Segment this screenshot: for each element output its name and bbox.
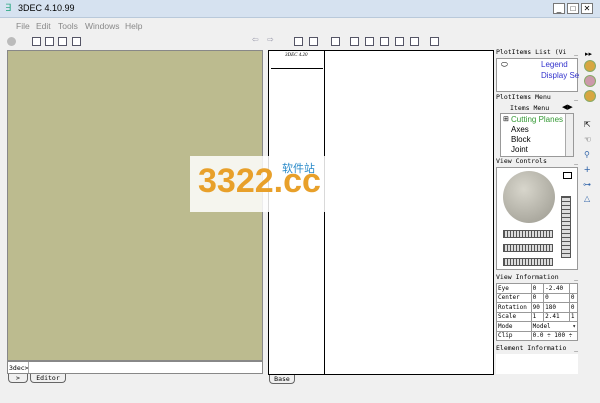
plot-items-list: ⬭ Legend Display Se: [496, 58, 579, 92]
list-item[interactable]: Legend: [541, 60, 568, 69]
select-icon[interactable]: [294, 37, 303, 46]
copy-icon[interactable]: [58, 37, 67, 46]
menu-help[interactable]: Help: [125, 21, 142, 31]
tab-console[interactable]: >: [8, 374, 28, 383]
pan-slider[interactable]: [503, 244, 553, 252]
expand-icon[interactable]: ⊞: [503, 115, 509, 123]
menu-windows[interactable]: Windows: [85, 21, 119, 31]
zoom-slider[interactable]: [561, 196, 571, 258]
reset-view-icon[interactable]: [563, 172, 572, 179]
minimize-button[interactable]: _: [574, 48, 578, 58]
list-item[interactable]: Display Se: [541, 71, 579, 80]
command-prompt: 3dec>: [9, 364, 29, 372]
right-panel: PlotItems List (Vi _ ⬭ Legend Display Se …: [494, 48, 580, 383]
select-tool-icon[interactable]: ⚲: [584, 150, 590, 159]
plot-items-list-header: PlotItems List (Vi _: [496, 48, 578, 58]
copy-plot-icon[interactable]: [410, 37, 419, 46]
command-input[interactable]: [28, 362, 262, 373]
forward-arrow-icon[interactable]: ⇨: [267, 35, 274, 44]
plus-icon[interactable]: +: [584, 164, 590, 176]
tree-item[interactable]: Joint: [511, 145, 528, 154]
window-icon[interactable]: [430, 37, 439, 46]
print-icon[interactable]: [350, 37, 359, 46]
magnify-slider[interactable]: [503, 258, 553, 266]
view-controls-header: View Controls: [496, 157, 547, 165]
image-icon[interactable]: [365, 37, 374, 46]
minimize-button[interactable]: _: [574, 157, 578, 167]
minimize-button[interactable]: _: [553, 3, 565, 14]
command-line[interactable]: 3dec>: [7, 361, 263, 374]
toolbar: ⇦ ⇨: [0, 34, 600, 48]
maximize-button[interactable]: □: [567, 3, 579, 14]
clip-spinners[interactable]: 0.0 ÷ 100 ÷: [530, 330, 579, 341]
table-row: Mode Model ▾: [496, 321, 579, 332]
ruler-icon[interactable]: ⊶: [583, 180, 591, 189]
title-bar: ∃ 3DEC 4.10.99 _ □ ✕: [0, 0, 600, 18]
minimize-button[interactable]: _: [574, 344, 578, 354]
table-row: Center 0 0 0: [496, 292, 579, 303]
layout-icon[interactable]: [395, 37, 404, 46]
tab-items-menu[interactable]: Items Menu: [510, 104, 549, 112]
eye-icon[interactable]: ⬭: [501, 60, 508, 70]
roll-slider[interactable]: [503, 230, 553, 238]
tree-item[interactable]: Cutting Planes: [511, 115, 563, 124]
back-arrow-icon[interactable]: ⇦: [252, 35, 259, 44]
menu-bar: File Edit Tools Windows Help: [0, 18, 600, 34]
tree-item[interactable]: Axes: [511, 125, 529, 134]
table-row: Rotation 90 180 0: [496, 302, 579, 313]
stop-icon[interactable]: [7, 37, 16, 46]
element-information: [496, 354, 578, 374]
thumbnail-title: 3DEC 4.20: [285, 53, 308, 58]
save-plot-icon[interactable]: [380, 37, 389, 46]
minimize-button[interactable]: _: [574, 273, 578, 283]
info-icon[interactable]: [584, 90, 596, 102]
menu-edit[interactable]: Edit: [36, 21, 51, 31]
hand-icon[interactable]: ☜: [584, 135, 591, 144]
minimize-button[interactable]: _: [574, 93, 578, 103]
table-row: Scale 1 2.41 1: [496, 311, 579, 322]
rotation-sphere[interactable]: [503, 171, 555, 223]
window-title: 3DEC 4.10.99: [18, 3, 75, 13]
menu-tools[interactable]: Tools: [58, 21, 78, 31]
expand-panel-icon[interactable]: ▸▸: [585, 50, 592, 58]
triangle-icon[interactable]: △: [584, 194, 590, 203]
scrollbar[interactable]: [565, 114, 573, 156]
close-button[interactable]: ✕: [581, 3, 593, 14]
element-information-header: Element Informatio: [496, 344, 567, 352]
new-file-icon[interactable]: [32, 37, 41, 46]
chevron-down-icon: ▾: [572, 322, 576, 330]
pointer-icon[interactable]: ⇱: [584, 120, 591, 129]
view-information-table: Eye 0 -2.40 Center 0 0 0 Rotation 90 180 0 Scale…: [496, 283, 579, 341]
view-information-header: View Information: [496, 273, 559, 281]
view-controls: [496, 167, 578, 270]
tab-scroll-left-icon[interactable]: ◀▶: [562, 103, 573, 111]
thumbnail-divider: [271, 68, 323, 69]
watermark-logo: 3322.cc 软件站: [190, 156, 340, 212]
open-file-icon[interactable]: [45, 37, 54, 46]
tab-editor[interactable]: Editor: [30, 374, 66, 383]
save-icon[interactable]: [72, 37, 81, 46]
view-icon[interactable]: [584, 75, 596, 87]
tree-item[interactable]: Block: [511, 135, 531, 144]
table-row: Clip 0.0 ÷ 100 ÷: [496, 330, 579, 341]
plot-items-icon[interactable]: [584, 60, 596, 72]
plot-items-menu-header: PlotItems Menu: [496, 93, 551, 101]
plot-view[interactable]: 3DEC 4.20: [268, 50, 494, 375]
page-icon[interactable]: [309, 37, 318, 46]
tab-base[interactable]: Base: [269, 375, 295, 384]
mode-select[interactable]: Model ▾: [530, 321, 579, 332]
export-icon[interactable]: [331, 37, 340, 46]
plot-thumbnail-panel[interactable]: 3DEC 4.20: [269, 51, 325, 374]
table-row: Eye 0 -2.40: [496, 283, 579, 294]
plot-items-tree: ⊞ Cutting Planes Axes Block Joint: [500, 113, 574, 157]
menu-file[interactable]: File: [16, 21, 30, 31]
app-icon: ∃: [5, 3, 12, 14]
